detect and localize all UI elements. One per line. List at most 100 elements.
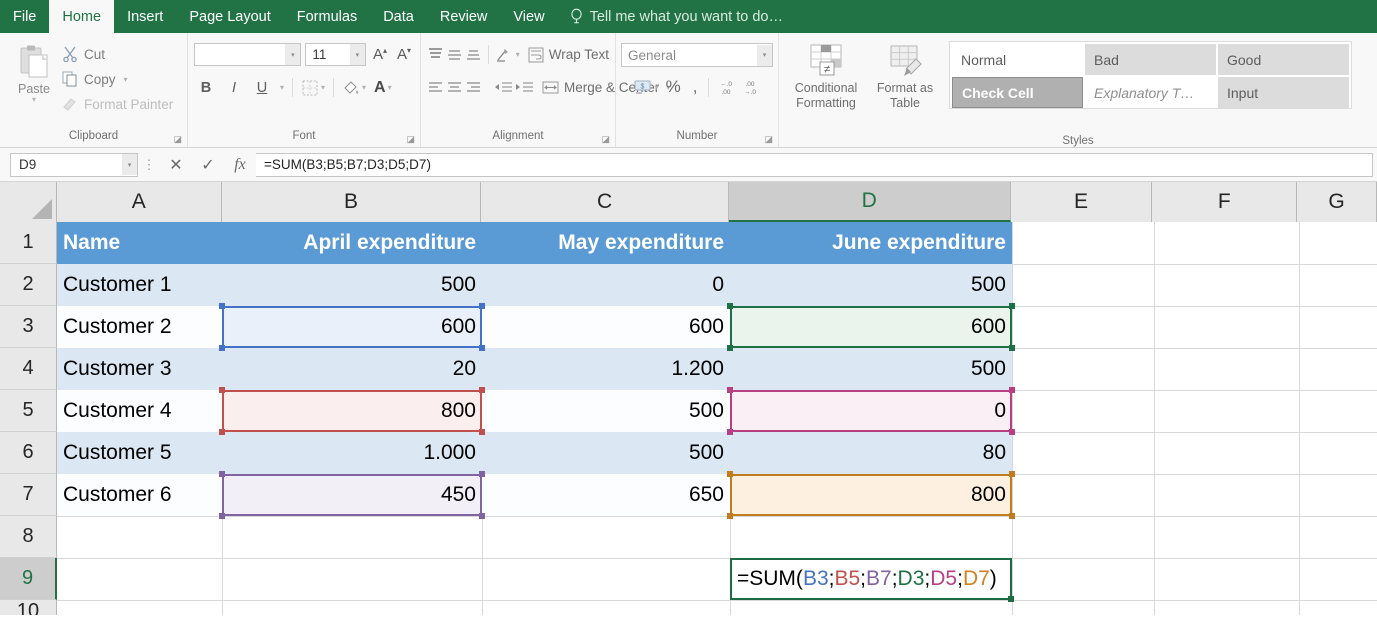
number-dialog-launcher[interactable]: ◪ [764, 134, 773, 145]
style-explanatory-text[interactable]: Explanatory T… [1085, 77, 1216, 108]
formula-input[interactable]: =SUM(B3;B5;B7;D3;D5;D7) [256, 153, 1373, 177]
percent-style-button[interactable]: % [661, 75, 686, 99]
cell-a6[interactable]: Customer 5 [57, 432, 222, 474]
cell-d2[interactable]: 500 [730, 264, 1012, 306]
wrap-text-button[interactable]: Wrap Text [528, 47, 609, 63]
cell-b6[interactable]: 1.000 [222, 432, 482, 474]
cell-a2[interactable]: Customer 1 [57, 264, 222, 306]
column-header-c[interactable]: C [481, 182, 729, 222]
cell-b4[interactable]: 20 [222, 348, 482, 390]
format-painter-button[interactable]: Format Painter [62, 93, 177, 115]
cell-d3[interactable]: 600 [730, 306, 1012, 348]
name-box[interactable]: D9 ▾ [10, 153, 138, 177]
align-middle-button[interactable] [446, 44, 463, 66]
cell-styles-gallery[interactable]: Normal Bad Good Check Cell Explanatory T… [949, 41, 1352, 109]
copy-button[interactable]: Copy ▾ [62, 68, 177, 90]
cell-d1[interactable]: June expenditure [730, 222, 1012, 264]
cell-d4[interactable]: 500 [730, 348, 1012, 390]
enter-formula-button[interactable]: ✓ [192, 152, 224, 178]
fill-color-caret-icon[interactable]: ▾ [362, 83, 366, 92]
font-size-caret-icon[interactable]: ▾ [350, 44, 365, 65]
tab-insert[interactable]: Insert [114, 0, 176, 33]
font-color-button[interactable]: A ▾ [374, 79, 392, 97]
style-normal[interactable]: Normal [952, 44, 1083, 75]
select-all-corner[interactable] [0, 182, 57, 222]
row-header-8[interactable]: 8 [0, 516, 57, 558]
increase-indent-button[interactable] [515, 77, 534, 99]
align-right-button[interactable] [465, 77, 482, 99]
row-header-5[interactable]: 5 [0, 390, 57, 432]
style-check-cell[interactable]: Check Cell [952, 77, 1083, 108]
tab-page-layout[interactable]: Page Layout [176, 0, 283, 33]
align-top-button[interactable] [427, 44, 444, 66]
tab-formulas[interactable]: Formulas [284, 0, 370, 33]
accounting-format-button[interactable]: $ ▾ [633, 75, 659, 99]
cell-d9-editing[interactable]: =SUM(B3;B5;B7;D3;D5;D7) [730, 558, 1012, 600]
cell-d5[interactable]: 0 [730, 390, 1012, 432]
cell-a1[interactable]: Name [57, 222, 222, 264]
number-format-caret-icon[interactable]: ▾ [757, 45, 772, 66]
font-name-caret-icon[interactable]: ▾ [285, 44, 300, 65]
increase-decimal-button[interactable]: ←.0 .00 [715, 75, 737, 99]
copy-dropdown-caret[interactable]: ▾ [124, 75, 128, 84]
cell-c1[interactable]: May expenditure [482, 222, 730, 264]
font-size-input[interactable]: 11 ▾ [305, 43, 366, 66]
cell-a4[interactable]: Customer 3 [57, 348, 222, 390]
number-format-select[interactable]: General ▾ [621, 43, 773, 67]
row-header-9[interactable]: 9 [0, 558, 57, 600]
format-as-table-button[interactable]: Format as Table [867, 40, 943, 145]
insert-function-button[interactable]: fx [224, 152, 256, 178]
paste-button[interactable]: Paste ▾ [6, 39, 62, 128]
tab-view[interactable]: View [500, 0, 557, 33]
font-dialog-launcher[interactable]: ◪ [406, 134, 415, 145]
font-name-input[interactable]: ▾ [194, 43, 301, 66]
row-header-10[interactable]: 10 [0, 600, 57, 615]
orientation-button[interactable] [495, 44, 512, 66]
borders-button[interactable]: ▾ [301, 79, 325, 97]
row-header-3[interactable]: 3 [0, 306, 57, 348]
style-input[interactable]: Input [1218, 77, 1349, 108]
cell-c7[interactable]: 650 [482, 474, 730, 516]
cell-c2[interactable]: 0 [482, 264, 730, 306]
clipboard-dialog-launcher[interactable]: ◪ [173, 134, 182, 145]
column-header-e[interactable]: E [1011, 182, 1153, 222]
style-good[interactable]: Good [1218, 44, 1349, 75]
row-header-1[interactable]: 1 [0, 222, 57, 264]
align-bottom-button[interactable] [465, 44, 482, 66]
tab-data[interactable]: Data [370, 0, 427, 33]
align-left-button[interactable] [427, 77, 444, 99]
tell-me-box[interactable]: Tell me what you want to do… [558, 0, 795, 33]
cell-b1[interactable]: April expenditure [222, 222, 482, 264]
cell-c6[interactable]: 500 [482, 432, 730, 474]
cut-button[interactable]: Cut [62, 43, 177, 65]
tab-home[interactable]: Home [49, 0, 114, 33]
borders-caret-icon[interactable]: ▾ [321, 83, 325, 92]
cell-a3[interactable]: Customer 2 [57, 306, 222, 348]
column-header-g[interactable]: G [1297, 182, 1377, 222]
fill-handle[interactable] [1008, 596, 1014, 602]
tab-review[interactable]: Review [427, 0, 501, 33]
row-header-6[interactable]: 6 [0, 432, 57, 474]
cell-b2[interactable]: 500 [222, 264, 482, 306]
cell-b5[interactable]: 800 [222, 390, 482, 432]
cell-b3[interactable]: 600 [222, 306, 482, 348]
cell-c5[interactable]: 500 [482, 390, 730, 432]
underline-caret-icon[interactable]: ▾ [280, 83, 284, 92]
conditional-formatting-button[interactable]: ≠ Conditional Formatting [785, 40, 867, 145]
column-header-a[interactable]: A [57, 182, 222, 222]
fill-color-button[interactable]: ▾ [342, 79, 366, 97]
cell-c4[interactable]: 1.200 [482, 348, 730, 390]
paste-dropdown-caret[interactable]: ▾ [32, 96, 36, 103]
name-box-caret-icon[interactable]: ▾ [122, 154, 137, 175]
row-header-7[interactable]: 7 [0, 474, 57, 516]
column-header-b[interactable]: B [222, 182, 482, 222]
cell-d7[interactable]: 800 [730, 474, 1012, 516]
column-header-f[interactable]: F [1152, 182, 1297, 222]
style-bad[interactable]: Bad [1085, 44, 1216, 75]
accounting-caret-icon[interactable]: ▾ [655, 83, 659, 92]
row-header-4[interactable]: 4 [0, 348, 57, 390]
align-center-button[interactable] [446, 77, 463, 99]
column-header-d[interactable]: D [729, 182, 1011, 222]
cell-a7[interactable]: Customer 6 [57, 474, 222, 516]
cell-a5[interactable]: Customer 4 [57, 390, 222, 432]
